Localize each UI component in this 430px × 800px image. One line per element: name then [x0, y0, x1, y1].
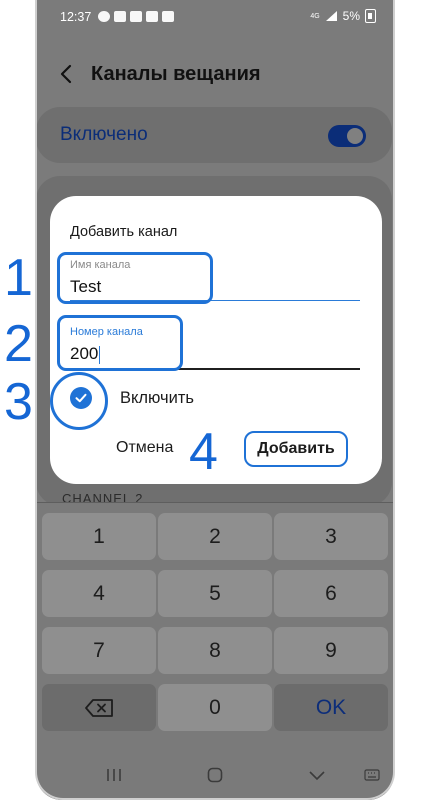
- key-6[interactable]: 6: [274, 570, 388, 617]
- channel-number-value: 200: [70, 344, 99, 363]
- channel-name-value[interactable]: Test: [70, 277, 101, 297]
- step-number-1: 1: [4, 249, 33, 307]
- chevron-down-icon: [309, 771, 325, 781]
- key-8[interactable]: 8: [158, 627, 272, 674]
- image-icon: [162, 11, 174, 22]
- message-icon: [130, 11, 142, 22]
- text-caret: [99, 345, 101, 364]
- recents-icon: [107, 769, 121, 781]
- step-number-3: 3: [4, 373, 33, 431]
- backspace-key[interactable]: [42, 684, 156, 731]
- dialog-title: Добавить канал: [70, 224, 178, 240]
- status-bar: 12:37 4G 5%: [36, 0, 394, 34]
- numeric-keypad: 1 2 3 4 5 6 7 8 9 0 OK: [36, 502, 394, 800]
- toggle-knob: [347, 128, 363, 144]
- channel-name-label: Имя канала: [70, 259, 131, 271]
- network-label: 4G: [310, 12, 320, 20]
- channel-number-value-wrap[interactable]: 200: [70, 344, 101, 364]
- master-switch-card[interactable]: Включено: [36, 107, 392, 163]
- enable-checkbox-label: Включить: [120, 389, 195, 407]
- status-time: 12:37: [60, 10, 92, 24]
- channel-number-field[interactable]: Номер канала 200: [70, 326, 360, 372]
- check-icon: [146, 11, 158, 22]
- backspace-icon: [85, 698, 113, 717]
- channel-number-label: Номер канала: [70, 326, 143, 338]
- keyboard-icon: [364, 769, 380, 781]
- channel-number-underline: [70, 368, 360, 370]
- channel-name-underline: [70, 300, 360, 301]
- mail-icon: [114, 11, 126, 22]
- phone-screen: 12:37 4G 5% Каналы вещания Включено CHAN…: [36, 0, 394, 800]
- header: Каналы вещания: [36, 50, 394, 98]
- page-title: Каналы вещания: [91, 63, 261, 85]
- hide-keyboard-button[interactable]: [297, 760, 337, 790]
- key-7[interactable]: 7: [42, 627, 156, 674]
- navigation-bar: [36, 760, 394, 794]
- home-button[interactable]: [195, 760, 235, 790]
- add-button[interactable]: Добавить: [244, 431, 348, 467]
- key-3[interactable]: 3: [274, 513, 388, 560]
- cancel-button[interactable]: Отмена: [116, 439, 173, 457]
- ok-key[interactable]: OK: [274, 684, 388, 731]
- enable-checkbox[interactable]: [70, 387, 92, 409]
- signal-icon: [325, 11, 337, 21]
- channel-name-field[interactable]: Имя канала Test: [70, 259, 360, 305]
- checkmark-icon: [75, 393, 87, 403]
- key-1[interactable]: 1: [42, 513, 156, 560]
- back-arrow-icon[interactable]: [56, 62, 78, 86]
- key-4[interactable]: 4: [42, 570, 156, 617]
- master-toggle[interactable]: [328, 125, 366, 147]
- home-icon: [207, 767, 223, 783]
- step-number-2: 2: [4, 315, 33, 373]
- key-0[interactable]: 0: [158, 684, 272, 731]
- status-right: 4G 5%: [310, 9, 376, 23]
- keypad-divider: [36, 502, 394, 503]
- master-switch-label: Включено: [60, 124, 148, 145]
- keyboard-switch-button[interactable]: [352, 760, 392, 790]
- notification-icons: [98, 11, 174, 22]
- enable-checkbox-row[interactable]: Включить: [70, 386, 360, 416]
- recents-button[interactable]: [94, 760, 134, 790]
- step-number-4: 4: [189, 423, 218, 481]
- key-2[interactable]: 2: [158, 513, 272, 560]
- notification-icon: [98, 11, 110, 22]
- battery-icon: [365, 9, 376, 23]
- battery-percent: 5%: [342, 9, 360, 23]
- key-5[interactable]: 5: [158, 570, 272, 617]
- key-9[interactable]: 9: [274, 627, 388, 674]
